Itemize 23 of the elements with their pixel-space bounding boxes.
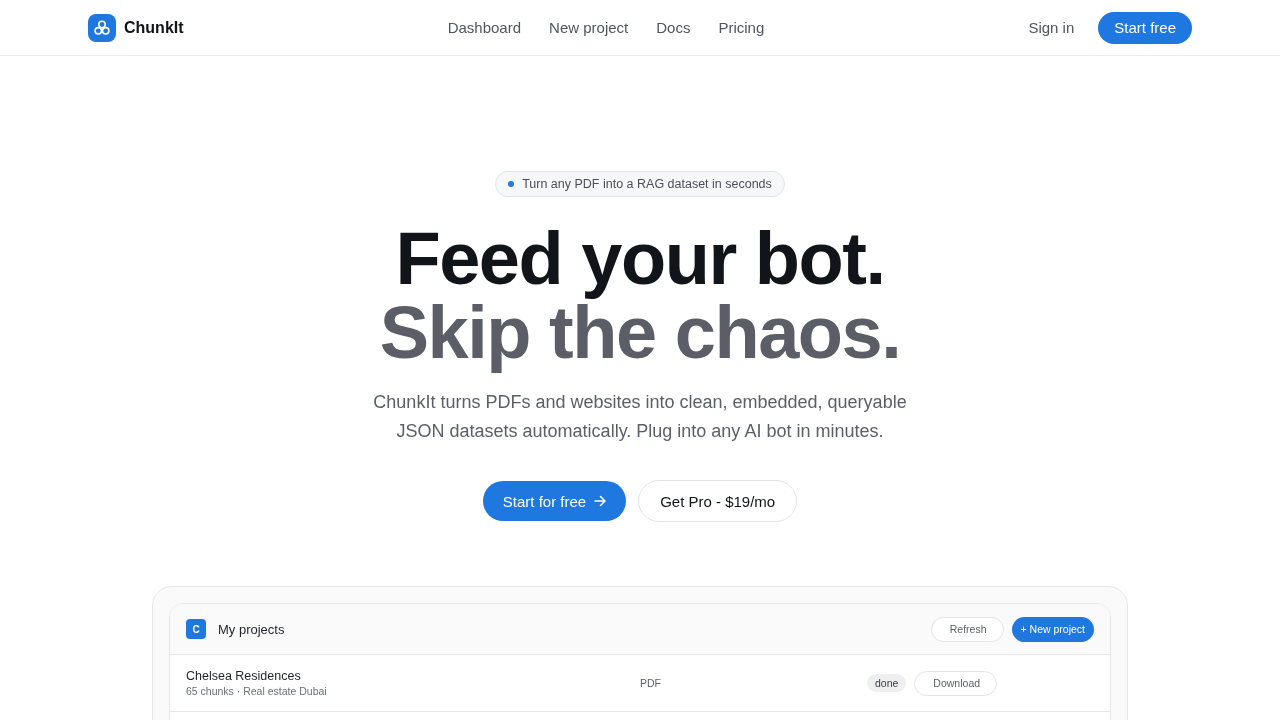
nav-link[interactable]: Dashboard	[447, 19, 522, 36]
logo-icon[interactable]	[88, 13, 116, 42]
start-for-free-button[interactable]: Start for free	[482, 481, 627, 521]
project-meta: 65 chunks · Real estate Dubai	[186, 685, 328, 697]
workspace-avatar: C	[186, 619, 206, 639]
get-pro-button[interactable]: Get Pro - $19/mo	[638, 480, 798, 522]
download-button[interactable]: Download	[914, 670, 998, 696]
refresh-button[interactable]: Refresh	[930, 616, 1004, 642]
card-title: My projects	[218, 621, 285, 637]
project-name: Chelsea Residences	[186, 669, 302, 683]
hero-description: ChunkIt turns PDFs and websites into clean, embedded, queryable JSON datasets automatically. Plug into any AI bot in minutes.	[372, 391, 908, 443]
start-free-button[interactable]: Start free	[1098, 11, 1192, 44]
status-dot-icon	[508, 181, 515, 187]
sign-in-link[interactable]: Sign in	[1028, 19, 1075, 36]
tagline-text: Turn any PDF into a RAG dataset in seconds	[522, 177, 772, 191]
new-project-button[interactable]: + New project	[1011, 616, 1094, 642]
project-type: PDF	[640, 677, 662, 689]
nav-link[interactable]: Pricing	[718, 19, 765, 36]
status-tag: done	[867, 674, 907, 692]
nav-link[interactable]: Docs	[656, 19, 691, 36]
brand-name[interactable]: ChunkIt	[124, 18, 184, 37]
nav-link[interactable]: New project	[549, 19, 629, 36]
arrow-right-icon	[594, 495, 607, 507]
